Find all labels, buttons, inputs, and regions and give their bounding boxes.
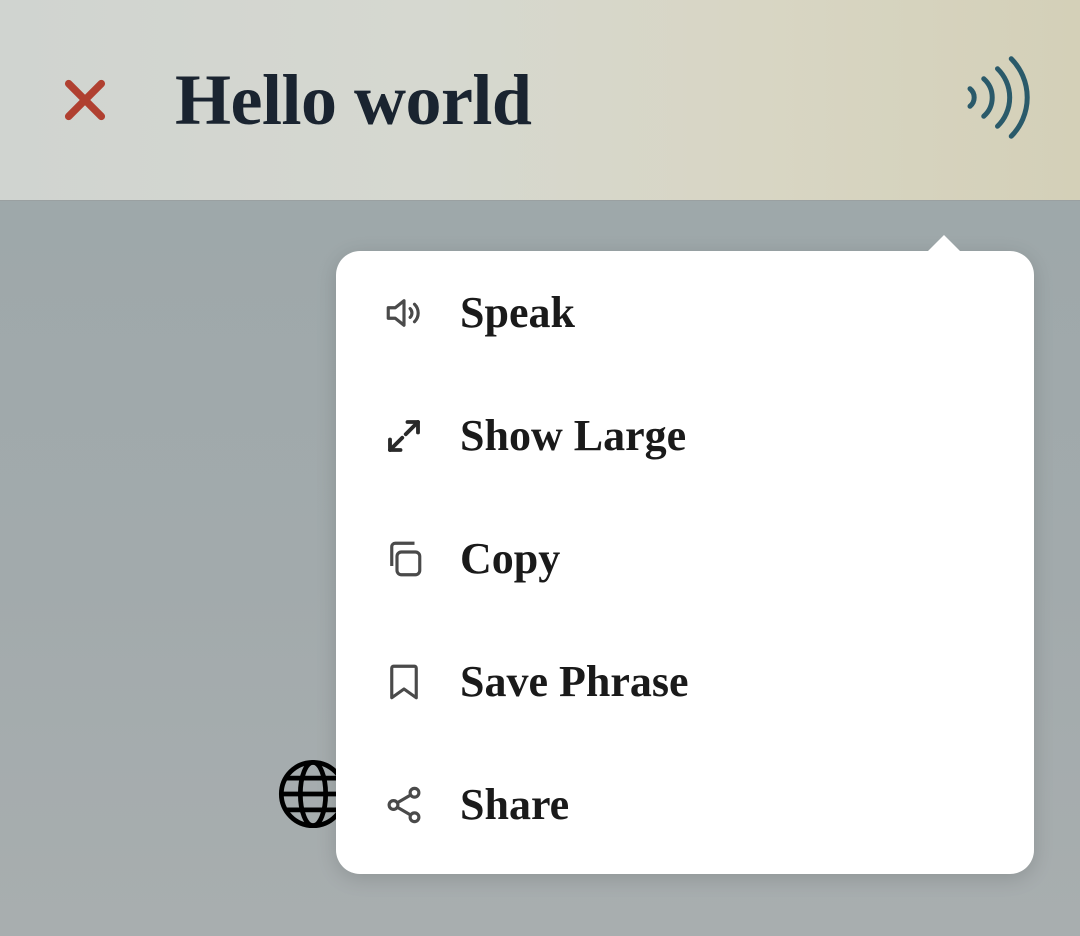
menu-label: Copy [460, 533, 560, 584]
menu-item-save-phrase[interactable]: Save Phrase [336, 620, 1034, 743]
context-menu: Speak Show Large Copy [336, 251, 1034, 874]
header: Hello world [0, 0, 1080, 200]
copy-icon [380, 535, 428, 583]
bookmark-icon [380, 658, 428, 706]
popup-arrow [926, 235, 962, 253]
menu-label: Share [460, 779, 569, 830]
menu-item-show-large[interactable]: Show Large [336, 374, 1034, 497]
menu-item-speak[interactable]: Speak [336, 251, 1034, 374]
share-icon [380, 781, 428, 829]
nfc-icon [955, 48, 1035, 148]
nfc-button[interactable] [955, 48, 1035, 153]
menu-item-copy[interactable]: Copy [336, 497, 1034, 620]
menu-label: Show Large [460, 410, 686, 461]
close-icon [57, 72, 113, 128]
menu-item-share[interactable]: Share [336, 743, 1034, 874]
content-area: Speak Show Large Copy [0, 200, 1080, 936]
speaker-icon [380, 289, 428, 337]
expand-icon [380, 412, 428, 460]
close-button[interactable] [50, 65, 120, 135]
menu-label: Save Phrase [460, 656, 689, 707]
menu-label: Speak [460, 287, 575, 338]
page-title: Hello world [175, 59, 531, 142]
